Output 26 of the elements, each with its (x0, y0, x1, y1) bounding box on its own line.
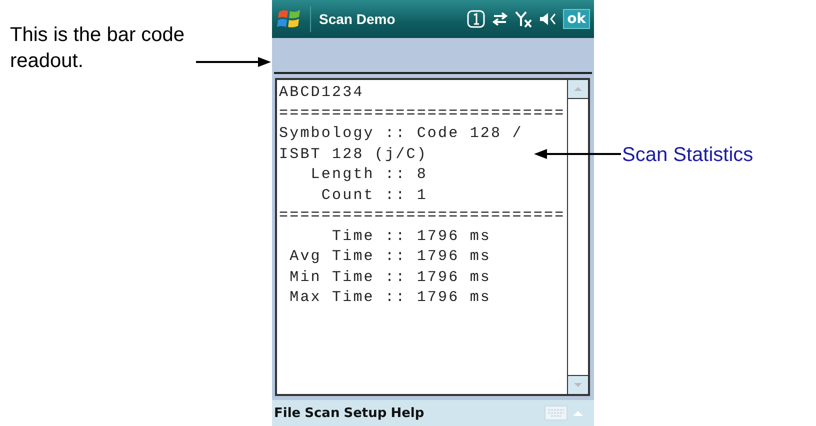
output-line: Length :: 8 (310, 165, 428, 185)
output-line: Min Time :: 1796 ms (288, 268, 492, 288)
output-line: =========================== (279, 104, 566, 124)
scroll-up-icon[interactable] (568, 80, 588, 99)
output-line: =========================== (279, 206, 566, 226)
no-signal-icon[interactable] (515, 10, 534, 28)
scroll-down-icon[interactable] (568, 375, 588, 394)
menu-item[interactable]: Setup (344, 406, 387, 420)
window-title: Scan Demo (319, 11, 396, 27)
menu-item[interactable]: Scan (304, 406, 340, 420)
menu-item[interactable]: File (274, 406, 301, 420)
output-line: ABCD1234 (279, 83, 365, 103)
output-line: Time :: 1796 ms (331, 226, 492, 246)
annotation-text: This is the bar code readout. (10, 23, 186, 74)
sync-arrows-icon[interactable] (491, 11, 510, 27)
menu-item[interactable]: Help (390, 406, 424, 420)
text-box[interactable] (275, 78, 590, 396)
scrollbar[interactable] (567, 80, 588, 394)
output-line: ISBT 128 (j/C) (279, 144, 428, 164)
output-line: Avg Time :: 1796 ms (288, 247, 492, 267)
output-line: Count :: 1 (320, 186, 428, 206)
output-line: Max Time :: 1796 ms (288, 288, 492, 308)
speaker-icon[interactable] (539, 11, 558, 27)
output-line: Symbology :: Code 128 / (279, 124, 524, 144)
number-one-icon[interactable] (467, 10, 486, 28)
annotation-text: Scan Statistics (622, 143, 754, 168)
